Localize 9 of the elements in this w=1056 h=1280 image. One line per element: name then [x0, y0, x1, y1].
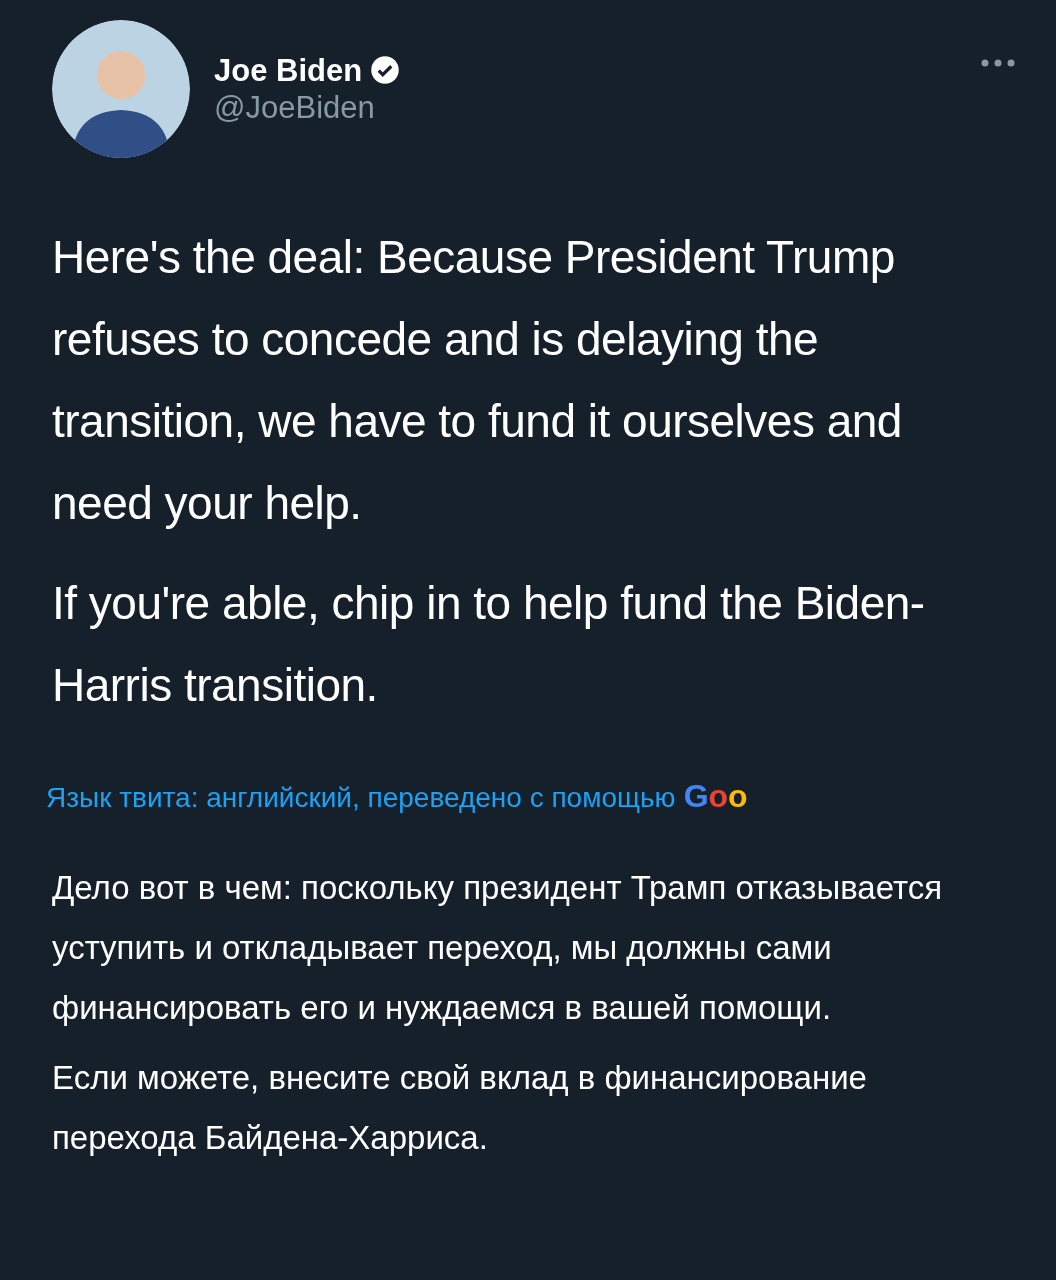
author-handle[interactable]: @JoeBiden — [214, 89, 401, 127]
translation-note: Язык твита: английский, переведено с помощью — [46, 781, 676, 815]
more-icon[interactable] — [980, 58, 1016, 68]
tweet-text: If you're able, chip in to help fund the Biden-Harris transition. — [52, 576, 926, 713]
translated-text: Дело вот в чем: поскольку президент Трамп отказывается уступить и откладывает переход, мы должны сами финансировать его и нуждаемся в вашей помощи. — [52, 868, 944, 1028]
google-logo-text: Goo — [683, 777, 748, 816]
author-name[interactable]: Joe Biden — [214, 51, 363, 89]
tweet-text: Here's the deal: Because President Trump refuses to concede and is delaying the transition, we have to fund it ourselves and need your help. — [52, 230, 903, 531]
translated-text: Если можете, внесите свой вклад в финансирование перехода Байдена-Харриса. — [52, 1058, 868, 1158]
